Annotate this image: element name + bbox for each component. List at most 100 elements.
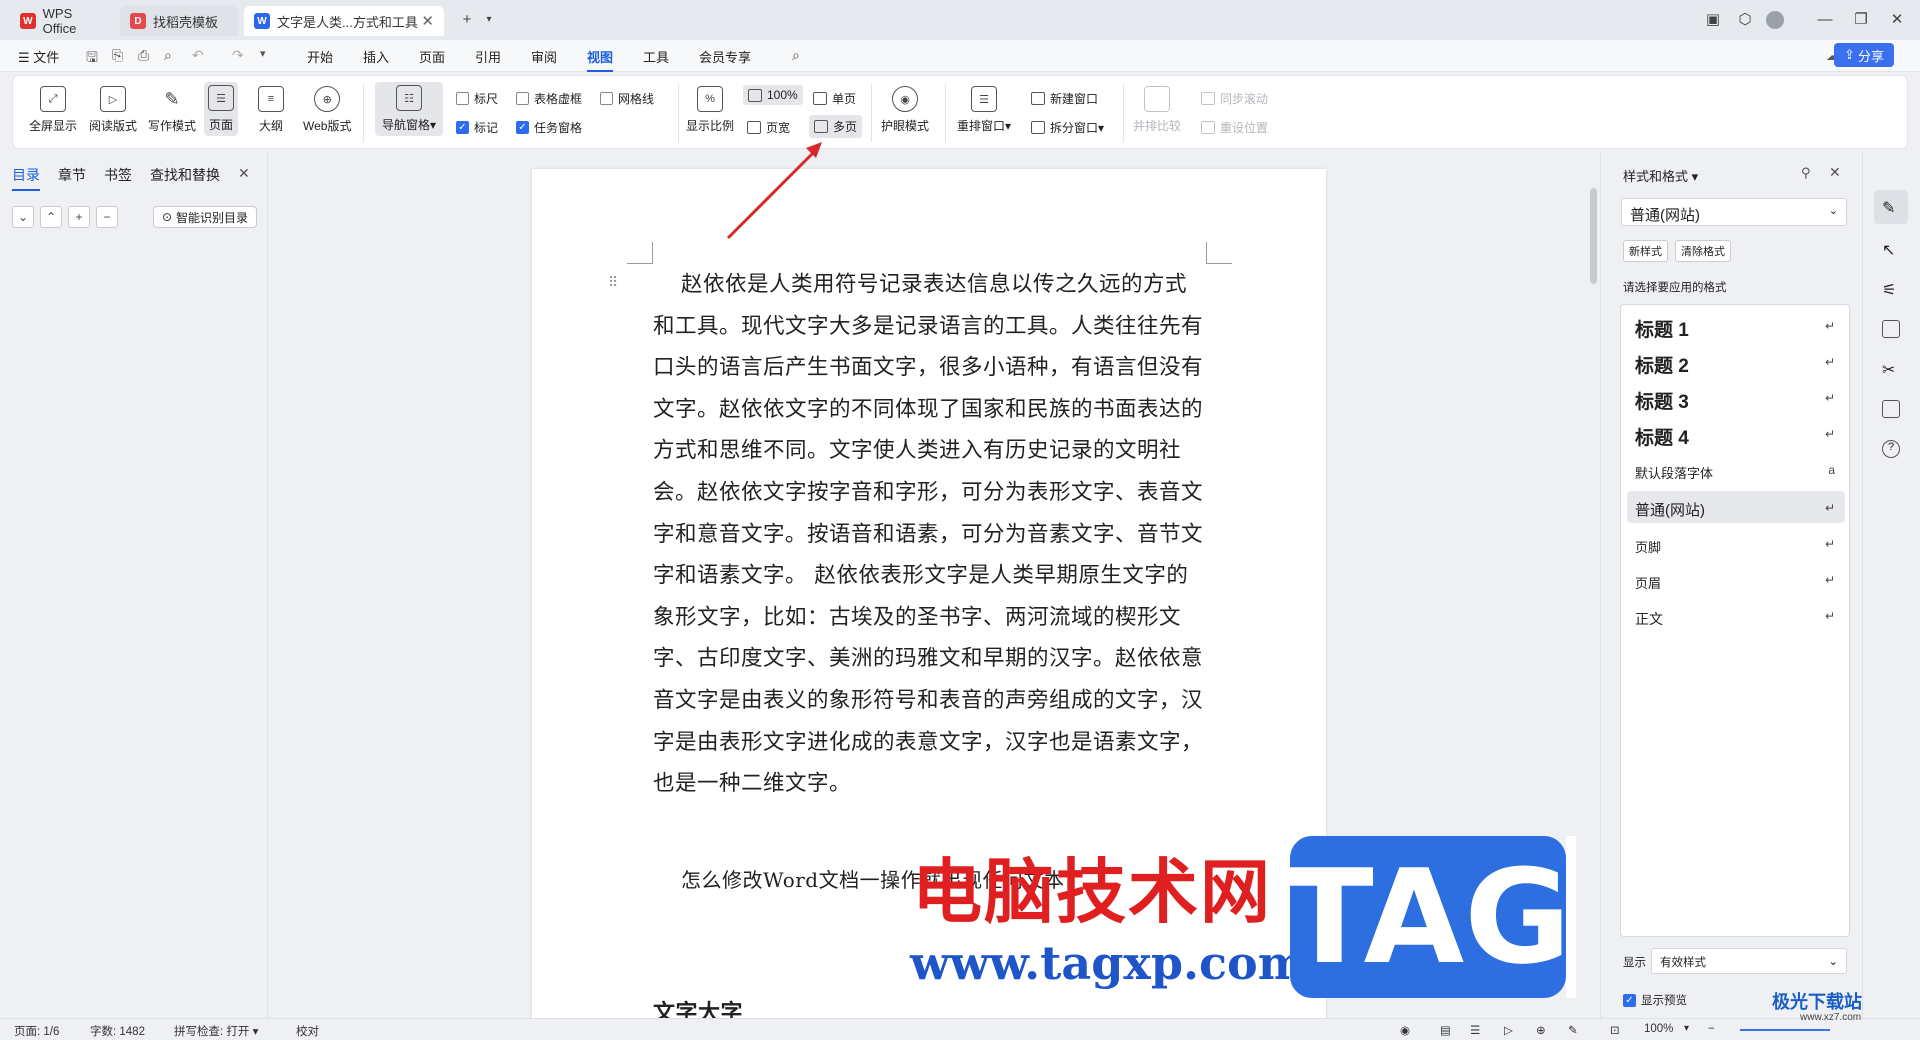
- drag-handle-icon[interactable]: ⠿: [608, 274, 618, 291]
- save-icon[interactable]: 🖫: [86, 47, 98, 71]
- tab-document[interactable]: W 文字是人类...方式和工具 ✕: [244, 6, 444, 36]
- menu-start[interactable]: 开始: [307, 47, 333, 66]
- display-ratio-button[interactable]: % 显示比例: [686, 86, 734, 134]
- collapse-up-button[interactable]: ⌃: [40, 206, 62, 228]
- clear-format-button[interactable]: 清除格式: [1675, 240, 1731, 262]
- new-tab-button[interactable]: +: [456, 10, 478, 30]
- close-window-button[interactable]: ✕: [1886, 10, 1908, 30]
- undo-icon[interactable]: ↶: [192, 47, 204, 64]
- minimize-button[interactable]: —: [1814, 10, 1836, 30]
- menu-page[interactable]: 页面: [419, 47, 445, 66]
- eye-mode-button[interactable]: ◉ 护眼模式: [881, 86, 929, 134]
- zoom-out-icon[interactable]: −: [1708, 1023, 1715, 1035]
- tab-toc[interactable]: 目录: [12, 165, 40, 191]
- checkbox-box[interactable]: [456, 92, 469, 105]
- panel-title[interactable]: 样式和格式 ▾: [1623, 166, 1698, 185]
- pin-icon[interactable]: ⚲: [1801, 165, 1811, 181]
- style-body[interactable]: 正文: [1635, 609, 1663, 629]
- rearrange-window-button[interactable]: ☰ 重排窗口▾: [957, 86, 1011, 134]
- scrollbar-thumb[interactable]: [1590, 188, 1597, 284]
- export-icon[interactable]: ⎘: [112, 47, 123, 64]
- checkbox-checked[interactable]: ✓: [456, 121, 469, 134]
- share-button[interactable]: ⇪ 分享: [1834, 43, 1894, 67]
- current-style-select[interactable]: 普通(网站) ⌄: [1621, 198, 1847, 226]
- page-view-icon[interactable]: ▤: [1440, 1023, 1451, 1037]
- close-tab-icon[interactable]: ✕: [421, 12, 434, 30]
- side-by-side-button[interactable]: 并排比较: [1133, 86, 1181, 134]
- maximize-button[interactable]: ❐: [1850, 10, 1872, 30]
- gridlines-checkbox[interactable]: 网格线: [600, 90, 654, 107]
- cube-icon[interactable]: ⬡: [1734, 10, 1756, 30]
- avatar[interactable]: [1766, 11, 1784, 29]
- add-level-button[interactable]: +: [68, 206, 90, 228]
- single-page-button[interactable]: 单页: [813, 90, 856, 107]
- image-tool-icon[interactable]: [1882, 320, 1900, 338]
- sync-scroll-button[interactable]: 同步滚动: [1201, 90, 1268, 107]
- style-default-font[interactable]: 默认段落字体: [1635, 463, 1713, 482]
- tools-icon[interactable]: ✂: [1882, 360, 1900, 379]
- web-layout-button[interactable]: ⊕ Web版式: [303, 86, 351, 134]
- chevron-down-icon[interactable]: ▾: [260, 47, 266, 60]
- word-count[interactable]: 字数: 1482: [90, 1023, 145, 1039]
- menu-insert[interactable]: 插入: [363, 47, 389, 66]
- zoom-level[interactable]: 100%: [1644, 1023, 1673, 1035]
- proofread-button[interactable]: 校对: [296, 1023, 319, 1039]
- smart-toc-button[interactable]: ⊙ 智能识别目录: [153, 206, 257, 228]
- outline-view-icon[interactable]: ☰: [1470, 1023, 1480, 1037]
- style-normal-web[interactable]: 普通(网站): [1635, 499, 1705, 520]
- outline-button[interactable]: ≡ 大纲: [258, 86, 284, 134]
- body-paragraph[interactable]: 赵依依是人类用符号记录表达信息以传之久远的方式和工具。现代文字大多是记录语言的工…: [653, 264, 1206, 805]
- checkbox-checked[interactable]: ✓: [1623, 993, 1636, 1007]
- layout-icon[interactable]: ▣: [1702, 10, 1724, 30]
- eye-protect-icon[interactable]: ◉: [1400, 1023, 1410, 1037]
- style-heading2[interactable]: 标题 2: [1635, 351, 1689, 378]
- style-heading1[interactable]: 标题 1: [1635, 315, 1689, 342]
- tab-chapters[interactable]: 章节: [58, 165, 86, 185]
- print-preview-icon[interactable]: ⌕: [164, 47, 172, 64]
- read-mode-button[interactable]: ▷ 阅读版式: [89, 86, 137, 134]
- play-icon[interactable]: ▷: [1504, 1023, 1513, 1037]
- page-view-button[interactable]: ☰ 页面: [204, 82, 238, 136]
- search-icon[interactable]: ⌕: [792, 47, 800, 64]
- write-mode-button[interactable]: ✎ 写作模式: [148, 86, 196, 134]
- checkbox-checked[interactable]: ✓: [516, 121, 529, 134]
- redo-icon[interactable]: ↷: [232, 47, 244, 64]
- show-preview-checkbox[interactable]: ✓ 显示预览: [1623, 992, 1687, 1008]
- print-icon[interactable]: ⎙: [138, 47, 149, 64]
- task-pane-checkbox[interactable]: ✓ 任务窗格: [516, 119, 582, 136]
- menu-review[interactable]: 审阅: [531, 47, 557, 66]
- new-style-button[interactable]: 新样式: [1623, 240, 1668, 262]
- show-filter-select[interactable]: 有效样式 ⌄: [1651, 948, 1847, 974]
- style-pen-icon[interactable]: ✎: [1882, 198, 1900, 217]
- nav-pane-button[interactable]: ☷ 导航窗格▾: [375, 82, 443, 136]
- tab-find-replace[interactable]: 查找和替换: [150, 165, 220, 185]
- remove-level-button[interactable]: −: [96, 206, 118, 228]
- checkbox-box[interactable]: [516, 92, 529, 105]
- menu-tools[interactable]: 工具: [643, 47, 669, 66]
- menu-reference[interactable]: 引用: [475, 47, 501, 66]
- table-gridlines-checkbox[interactable]: 表格虚框: [516, 90, 582, 107]
- fit-window-icon[interactable]: ⊡: [1610, 1023, 1620, 1037]
- close-icon[interactable]: ✕: [1829, 164, 1841, 181]
- fullscreen-button[interactable]: ⤢ 全屏显示: [29, 86, 77, 134]
- close-pane-icon[interactable]: ✕: [238, 165, 250, 182]
- help-icon[interactable]: ?: [1882, 440, 1900, 458]
- markup-checkbox[interactable]: ✓ 标记: [456, 119, 498, 136]
- tab-bookmarks[interactable]: 书签: [104, 165, 132, 185]
- ruler-checkbox[interactable]: 标尺: [456, 90, 498, 107]
- style-heading4[interactable]: 标题 4: [1635, 423, 1689, 450]
- tab-template[interactable]: D 找稻壳模板: [120, 6, 238, 36]
- heading-partial[interactable]: 文字大字: [653, 998, 1206, 1018]
- spell-check-toggle[interactable]: 拼写检查: 打开 ▾: [174, 1023, 258, 1039]
- menu-view[interactable]: 视图: [587, 47, 614, 72]
- sliders-icon[interactable]: ⚟: [1882, 280, 1900, 299]
- web-view-icon[interactable]: ⊕: [1536, 1023, 1546, 1037]
- tab-wps-office[interactable]: W WPS Office: [10, 6, 118, 36]
- reset-position-button[interactable]: 重设位置: [1201, 119, 1268, 136]
- checkbox-box[interactable]: [600, 92, 613, 105]
- zoom-100-button[interactable]: 100%: [743, 85, 803, 105]
- style-heading3[interactable]: 标题 3: [1635, 387, 1689, 414]
- cursor-select-icon[interactable]: ↖: [1882, 240, 1900, 259]
- style-footer[interactable]: 页脚: [1635, 537, 1661, 556]
- file-menu[interactable]: ☰ 文件: [18, 47, 59, 66]
